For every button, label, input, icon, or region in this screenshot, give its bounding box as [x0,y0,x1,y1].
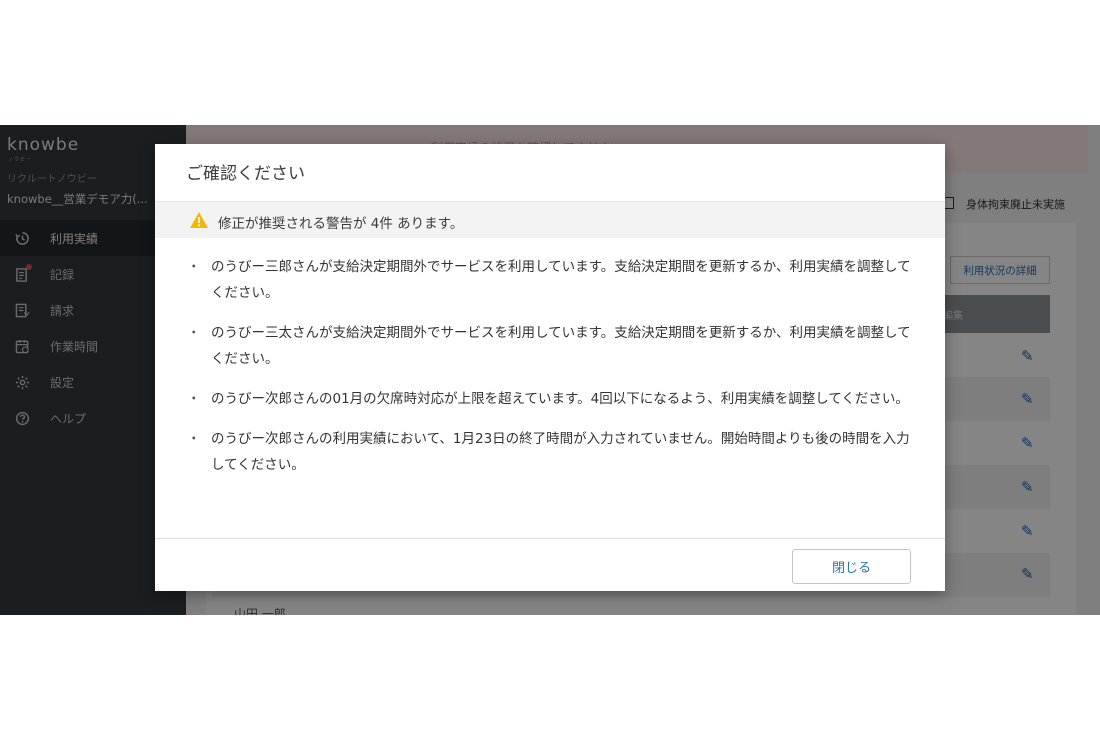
warning-summary-bar: 修正が推奨される警告が 4件 あります。 [155,201,945,238]
dialog-title: ご確認ください [186,164,305,184]
warning-summary-text: 修正が推奨される警告が 4件 あります。 [218,216,464,232]
warning-item: のうびー三郎さんが支給決定期間外でサービスを利用しています。支給決定期間を更新す… [185,254,915,306]
warning-item: のうびー次郎さんの利用実績において、1月23日の終了時間が入力されていません。開… [185,426,915,478]
close-button[interactable]: 閉じる [792,549,911,584]
warning-list: のうびー三郎さんが支給決定期間外でサービスを利用しています。支給決定期間を更新す… [185,254,915,492]
dialog-footer: 閉じる [155,538,945,591]
warning-item: のうびー三太さんが支給決定期間外でサービスを利用しています。支給決定期間を更新す… [185,320,915,372]
confirmation-dialog: ご確認ください 修正が推奨される警告が 4件 あります。 のうびー三郎さんが支給… [155,144,945,591]
warning-icon [189,211,209,229]
warning-item: のうびー次郎さんの01月の欠席時対応が上限を超えています。4回以下になるよう、利… [185,386,915,412]
